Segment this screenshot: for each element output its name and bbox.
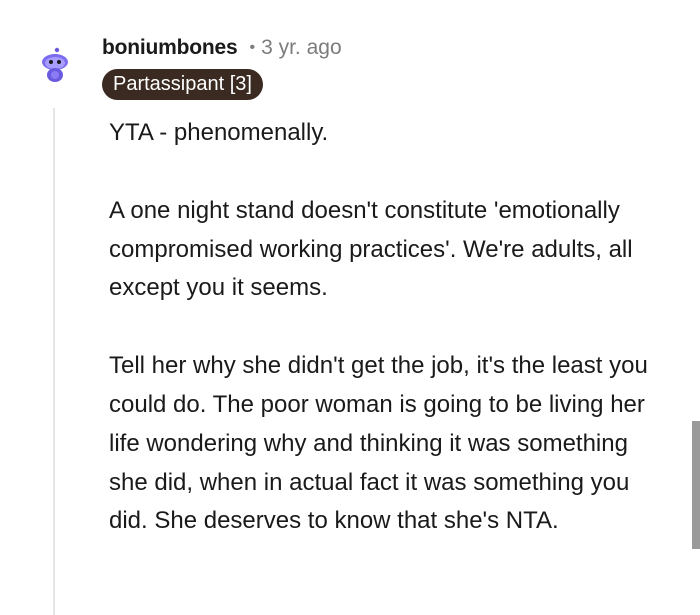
comment-paragraph-1: YTA - phenomenally. xyxy=(109,119,329,146)
comment-screenshot: boniumbones • 3 yr. ago Partassipant [3]… xyxy=(0,0,700,615)
meta-separator: • xyxy=(249,39,256,56)
comment-header: boniumbones • 3 yr. ago xyxy=(102,36,342,64)
scrollbar-thumb[interactable] xyxy=(692,421,700,549)
user-flair-badge: Partassipant [3] xyxy=(102,69,263,100)
username-link[interactable]: boniumbones xyxy=(102,36,238,60)
comment-paragraph-3: Tell her why she didn't get the job, it'… xyxy=(109,352,648,535)
user-avatar-icon[interactable] xyxy=(38,44,74,84)
snoo-avatar-icon xyxy=(42,47,68,82)
thread-line[interactable] xyxy=(53,108,55,615)
comment-body: YTA - phenomenally. A one night stand do… xyxy=(109,114,669,541)
comment-paragraph-2: A one night stand doesn't constitute 'em… xyxy=(109,196,633,302)
timestamp[interactable]: 3 yr. ago xyxy=(261,36,342,60)
